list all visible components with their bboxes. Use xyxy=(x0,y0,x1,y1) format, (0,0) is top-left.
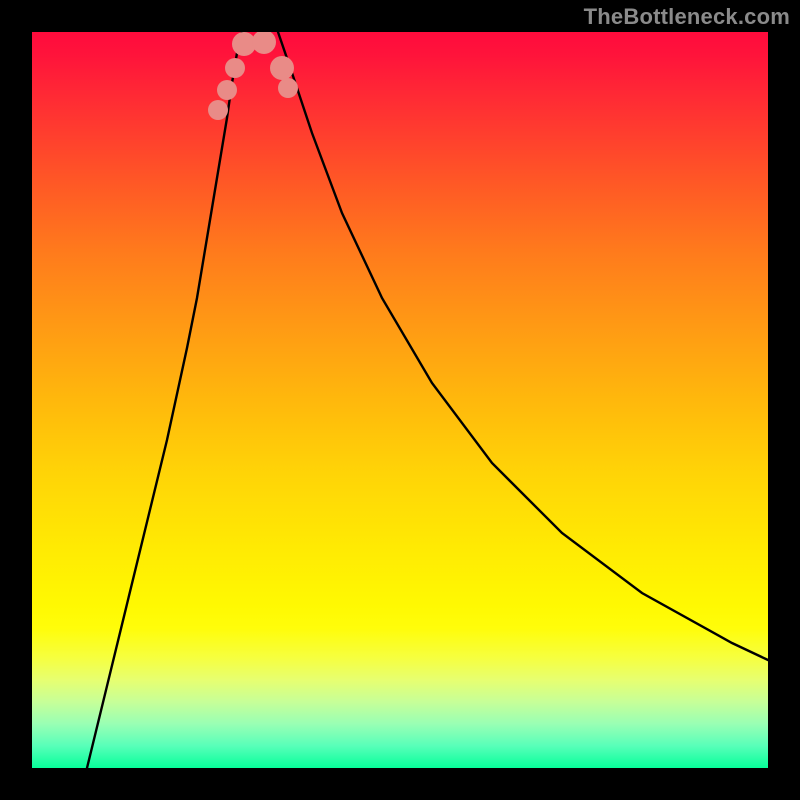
curve-layer xyxy=(32,32,768,768)
pink-blob xyxy=(278,78,298,98)
chart-frame: TheBottleneck.com xyxy=(0,0,800,800)
watermark-text: TheBottleneck.com xyxy=(584,4,790,30)
pink-blob xyxy=(217,80,237,100)
bottleneck-right xyxy=(278,32,768,660)
plot-area xyxy=(32,32,768,768)
pink-blob xyxy=(208,100,228,120)
pink-blob xyxy=(252,32,276,54)
pink-blob xyxy=(270,56,294,80)
bottleneck-curves xyxy=(87,32,768,768)
pink-markers xyxy=(208,32,298,120)
pink-blob xyxy=(225,58,245,78)
bottleneck-left xyxy=(87,32,242,768)
